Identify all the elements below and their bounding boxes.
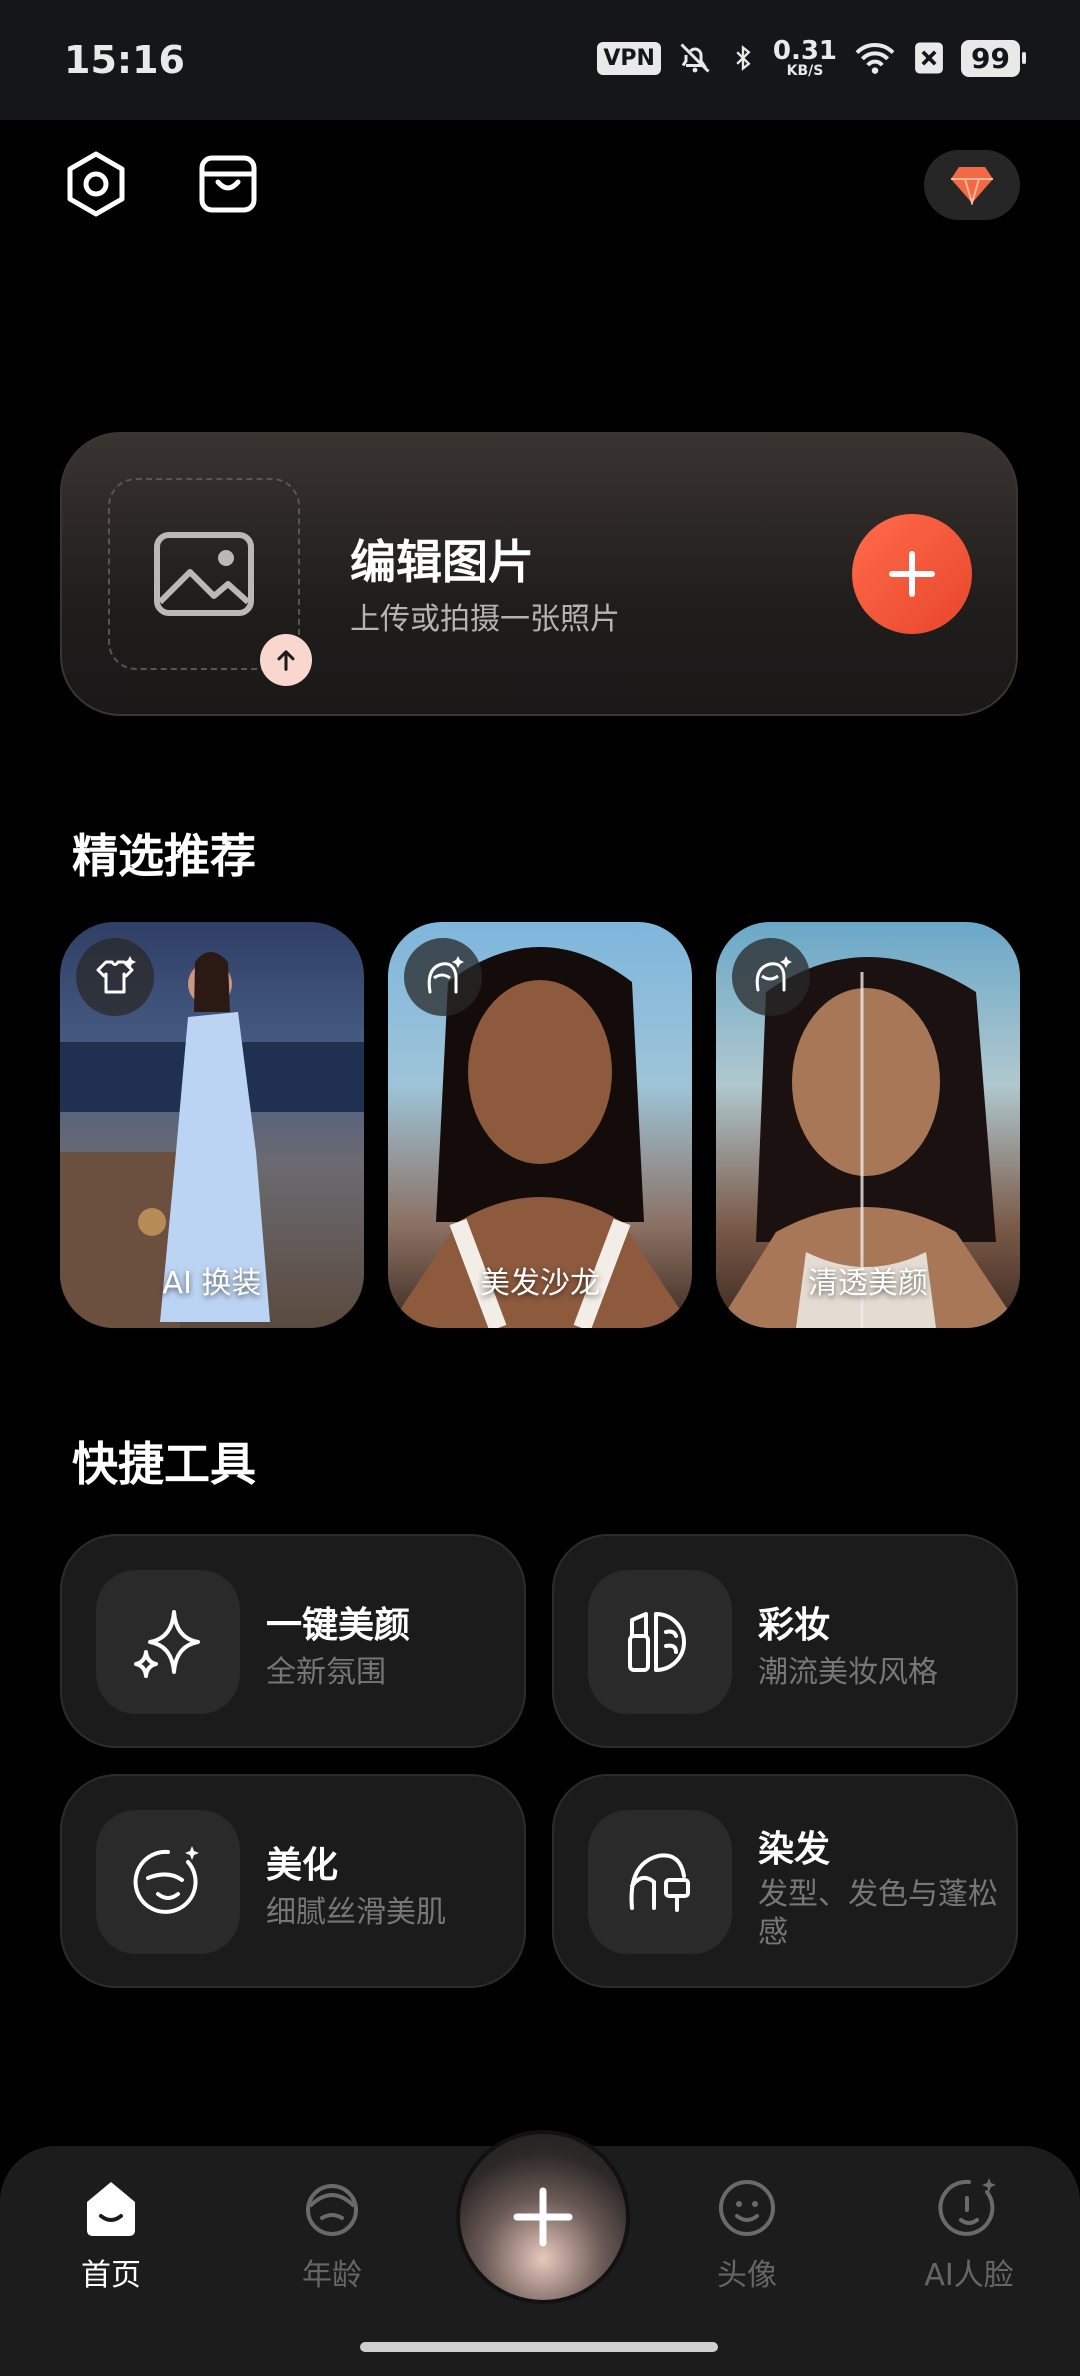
- premium-button[interactable]: [924, 150, 1020, 220]
- home-icon: [87, 2182, 135, 2236]
- tool-card-beautify[interactable]: 美化 细腻丝滑美肌: [60, 1774, 526, 1988]
- status-bar: 15:16 VPN 0.31 KB/S 99: [0, 0, 1080, 120]
- tool-icon-box: [588, 1570, 732, 1714]
- featured-badge: [732, 938, 810, 1016]
- nav-home[interactable]: 首页: [41, 2176, 181, 2294]
- edit-image-card[interactable]: 编辑图片 上传或拍摄一张照片: [60, 432, 1018, 716]
- featured-card-clear-beauty[interactable]: 清透美颜: [716, 922, 1020, 1328]
- hair-sparkle-icon: [427, 956, 464, 994]
- tool-subtitle: 全新氛围: [266, 1655, 386, 1690]
- sim-x-icon: [915, 42, 943, 74]
- edit-card-subtitle: 上传或拍摄一张照片: [350, 602, 620, 637]
- tray-box-icon: [199, 155, 257, 213]
- featured-card-hair-salon[interactable]: 美发沙龙: [388, 922, 692, 1328]
- upload-badge: [260, 634, 312, 686]
- upload-area[interactable]: [108, 478, 312, 686]
- tool-icon-box: [96, 1810, 240, 1954]
- edit-card-title: 编辑图片: [350, 535, 534, 589]
- tools-section-title: 快捷工具: [72, 1437, 256, 1491]
- nav-label: AI人脸: [924, 2258, 1014, 2293]
- net-speed: 0.31 KB/S: [773, 38, 837, 78]
- sparkles-icon: [134, 1610, 200, 1678]
- featured-label: 美发沙龙: [480, 1266, 600, 1301]
- ai-face-icon: [938, 2178, 996, 2236]
- settings-button[interactable]: [60, 148, 132, 220]
- tool-card-one-tap-beauty[interactable]: 一键美颜 全新氛围: [60, 1534, 526, 1748]
- wifi-icon: [855, 43, 895, 74]
- lipstick-icon: [628, 1612, 686, 1672]
- nav-age[interactable]: 年龄: [262, 2176, 402, 2294]
- hair-dye-icon: [629, 1853, 690, 1912]
- plus-icon: [889, 551, 935, 597]
- nav-label: 首页: [81, 2258, 141, 2293]
- gallery-box-button[interactable]: [192, 148, 264, 220]
- avatar-face-icon: [719, 2180, 775, 2236]
- upload-arrow-icon: [277, 650, 295, 671]
- image-placeholder-icon: [154, 532, 254, 616]
- battery-indicator: 99: [961, 39, 1026, 77]
- nav-ai-face[interactable]: AI人脸: [899, 2176, 1039, 2294]
- featured-label: AI 换装: [162, 1266, 262, 1301]
- tool-card-makeup[interactable]: 彩妆 潮流美妆风格: [552, 1534, 1018, 1748]
- featured-badge: [404, 938, 482, 1016]
- tshirt-sparkle-icon: [96, 956, 136, 994]
- mute-bell-icon: [680, 43, 710, 73]
- featured-section-title: 精选推荐: [72, 829, 256, 883]
- status-icons: VPN 0.31 KB/S 99: [597, 38, 1026, 78]
- nav-label: 头像: [717, 2258, 777, 2293]
- gem-icon: [951, 167, 993, 205]
- create-center-button[interactable]: [456, 2130, 630, 2304]
- featured-card-ai-outfit[interactable]: AI 换装: [60, 922, 364, 1328]
- settings-hexagon-icon: [67, 151, 125, 217]
- tool-title: 一键美颜: [266, 1605, 411, 1646]
- tool-card-hair-dye[interactable]: 染发 发型、发色与蓬松感: [552, 1774, 1018, 1988]
- plus-icon: [513, 2187, 573, 2247]
- tool-icon-box: [96, 1570, 240, 1714]
- face-smooth-icon: [133, 1846, 199, 1914]
- tool-subtitle: 细腻丝滑美肌: [266, 1895, 446, 1930]
- tool-subtitle: 发型、发色与蓬松感: [758, 1877, 998, 1950]
- age-face-icon: [306, 2184, 358, 2236]
- add-photo-button[interactable]: [852, 514, 972, 634]
- face-sparkle-icon: [755, 956, 792, 992]
- home-indicator[interactable]: [360, 2342, 718, 2352]
- vpn-badge: VPN: [597, 41, 661, 75]
- net-speed-value: 0.31: [772, 36, 838, 66]
- status-time: 15:16: [64, 38, 185, 82]
- bluetooth-icon: [736, 45, 751, 71]
- tool-subtitle: 潮流美妆风格: [758, 1655, 938, 1690]
- featured-badge: [76, 938, 154, 1016]
- tool-title: 染发: [758, 1829, 831, 1870]
- featured-label: 清透美颜: [808, 1266, 928, 1301]
- nav-label: 年龄: [302, 2258, 362, 2293]
- net-speed-unit: KB/S: [786, 63, 824, 79]
- nav-avatar[interactable]: 头像: [677, 2176, 817, 2294]
- tool-title: 美化: [266, 1845, 339, 1886]
- tool-icon-box: [588, 1810, 732, 1954]
- tool-title: 彩妆: [758, 1605, 831, 1646]
